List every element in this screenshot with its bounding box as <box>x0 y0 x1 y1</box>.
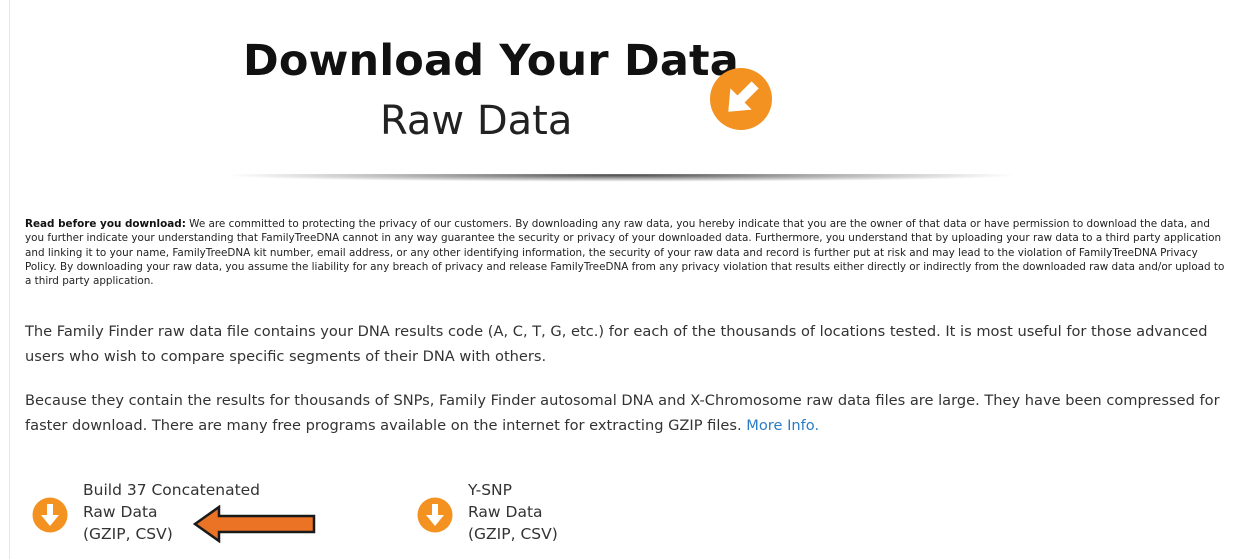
download-label-line2[interactable]: Raw Data <box>468 501 558 523</box>
more-info-link[interactable]: More Info. <box>746 417 819 434</box>
compression-text: Because they contain the results for tho… <box>25 392 1220 434</box>
download-label-line1[interactable]: Build 37 Concatenated <box>83 479 260 501</box>
disclaimer-text: We are committed to protecting the priva… <box>25 218 1225 288</box>
download-arrow-icon <box>710 68 772 130</box>
disclaimer-lead: Read before you download: <box>25 218 186 230</box>
page-subtitle: Raw Data <box>380 98 573 144</box>
family-finder-description: The Family Finder raw data file contains… <box>25 323 1208 365</box>
page-title: Download Your Data <box>243 36 740 86</box>
privacy-disclaimer: Read before you download: We are committ… <box>25 217 1225 288</box>
download-label-line3[interactable]: (GZIP, CSV) <box>468 523 558 545</box>
download-icon[interactable] <box>417 497 453 533</box>
download-y-snp[interactable]: Y-SNP Raw Data (GZIP, CSV) <box>417 479 577 549</box>
section-divider <box>226 174 1016 188</box>
page-left-border <box>9 0 10 559</box>
annotation-arrow-icon <box>193 505 316 543</box>
download-label-line1[interactable]: Y-SNP <box>468 479 558 501</box>
compression-description: Because they contain the results for tho… <box>25 388 1220 438</box>
download-icon[interactable] <box>32 497 68 533</box>
